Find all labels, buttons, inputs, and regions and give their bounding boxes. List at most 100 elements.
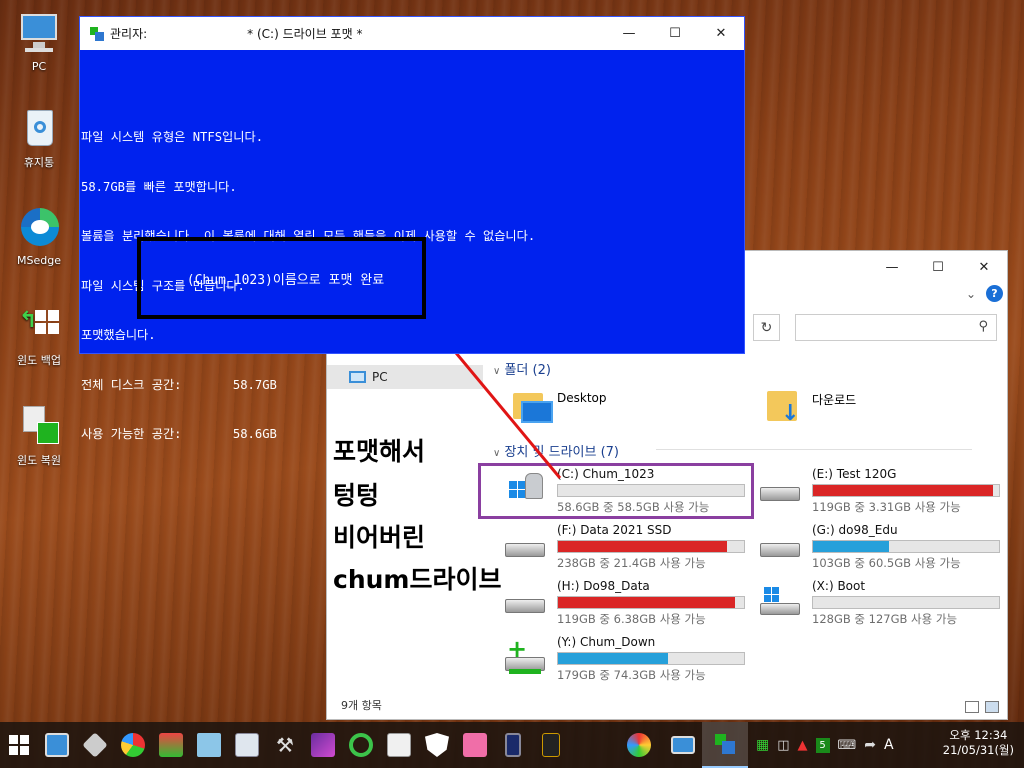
taskbar-app-tools[interactable] [76, 722, 114, 768]
media-icon [311, 733, 335, 757]
drive-label: (X:) Boot [812, 579, 866, 593]
tray-alert-icon[interactable]: ▲ [798, 738, 808, 753]
tiles-view-icon[interactable] [985, 701, 999, 713]
console-line: 파일 시스템 유형은 NTFS입니다. [81, 130, 264, 144]
details-view-icon[interactable] [965, 701, 979, 713]
minimize-button[interactable]: — [606, 17, 652, 50]
desktop-icon-msedge[interactable]: MSedge [4, 206, 74, 267]
taskbar-app-monitor[interactable] [38, 722, 76, 768]
restore-icon [17, 404, 61, 448]
taskbar-app-network[interactable] [380, 722, 418, 768]
console-title: * (C:) 드라이브 포맷 * [247, 27, 363, 41]
start-button[interactable] [0, 722, 38, 768]
taskbar-app-partition[interactable] [114, 722, 152, 768]
taskbar-app-security[interactable] [418, 722, 456, 768]
hard-drive-icon [760, 537, 804, 563]
tray-network-icon[interactable]: ◫ [777, 738, 789, 753]
taskbar-app-backup[interactable] [152, 722, 190, 768]
drive-label: (E:) Test 120G [812, 467, 897, 481]
drive-usage-bar [557, 540, 745, 553]
drive-usage-bar [557, 596, 745, 609]
desktop-icon-restore[interactable]: 윈도 복원 [4, 404, 74, 468]
paint-palette-icon [627, 733, 651, 757]
clock-date: 21/05/31(월) [942, 743, 1014, 757]
drive-space-info: 179GB 중 74.3GB 사용 가능 [557, 668, 706, 682]
laptop-icon [671, 736, 695, 754]
desktop-icon-pc[interactable]: PC [4, 12, 74, 73]
desktop-icon-label: MSedge [17, 254, 61, 267]
ime-indicator[interactable]: A [884, 737, 894, 753]
disk-tool-icon [82, 732, 108, 758]
backup-tool-icon [159, 733, 183, 757]
backup-icon: ↰ [17, 304, 61, 348]
annotation-text: (Chum_1023)이름으로 포맷 완료 [186, 272, 385, 288]
console-line: 포맷했습니다. [81, 328, 156, 342]
drive-usage-bar [557, 652, 745, 665]
folder-download-label[interactable]: 다운로드 [812, 391, 856, 408]
overlay-note-line: chum드라이브 [333, 565, 502, 594]
sync-icon [349, 733, 373, 757]
drive-space-info: 119GB 중 6.38GB 사용 가능 [557, 612, 706, 626]
search-input[interactable]: ⚲ [795, 314, 997, 341]
file-tool-icon [197, 733, 221, 757]
desktop-icon-label: PC [31, 60, 47, 73]
taskbar-app-sd[interactable] [532, 722, 570, 768]
taskbar-app-paint[interactable] [620, 722, 658, 768]
help-icon[interactable]: ? [986, 285, 1003, 302]
drive-space-info: 119GB 중 3.31GB 사용 가능 [812, 500, 961, 514]
drive-e[interactable]: (E:) Test 120G 119GB 중 3.31GB 사용 가능 [760, 467, 1000, 515]
minimize-button[interactable]: — [869, 251, 915, 284]
overlay-note-line: 비어버린 [333, 523, 426, 552]
hard-drive-icon [505, 593, 549, 619]
system-tray: ▦ ◫ ▲ 5 ⌨ ➦ A [756, 737, 894, 753]
taskbar: ⚒ ▦ ◫ ▲ 5 ⌨ ➦ A [0, 722, 1024, 768]
tray-grid-icon[interactable]: ▦ [756, 737, 769, 753]
taskbar-app-settings[interactable]: ⚒ [266, 722, 304, 768]
taskbar-app-tablet[interactable] [494, 722, 532, 768]
tray-counter-badge[interactable]: 5 [815, 737, 830, 753]
network-icon [387, 733, 411, 757]
drive-x[interactable]: (X:) Boot 128GB 중 127GB 사용 가능 [760, 579, 1000, 627]
taskbar-app-media[interactable] [304, 722, 342, 768]
close-button[interactable]: ✕ [698, 17, 744, 50]
status-bar-item-count: 9개 항목 [341, 699, 382, 712]
taskbar-app-console-active[interactable] [702, 722, 748, 768]
desktop-icon-label: 윈도 복원 [17, 454, 61, 467]
partition-icon [121, 733, 145, 757]
drive-f[interactable]: (F:) Data 2021 SSD 238GB 중 21.4GB 사용 가능 [505, 523, 745, 571]
chevron-down-icon[interactable]: ⌄ [966, 287, 976, 301]
drive-y[interactable]: + (Y:) Chum_Down 179GB 중 74.3GB 사용 가능 [505, 635, 745, 683]
format-complete-annotation: (Chum_1023)이름으로 포맷 완료 [137, 237, 426, 319]
tray-share-icon[interactable]: ➦ [864, 737, 876, 753]
close-button[interactable]: ✕ [961, 251, 1007, 284]
shield-icon [425, 733, 449, 757]
maximize-button[interactable]: ☐ [915, 251, 961, 284]
desktop-icon-backup[interactable]: ↰ 윈도 백업 [4, 304, 74, 368]
tablet-icon [505, 733, 521, 757]
taskbar-app-files[interactable] [190, 722, 228, 768]
maximize-button[interactable]: ☐ [652, 17, 698, 50]
drive-h[interactable]: (H:) Do98_Data 119GB 중 6.38GB 사용 가능 [505, 579, 745, 627]
windows-drive-icon [760, 587, 804, 619]
hard-drive-icon [505, 537, 549, 563]
taskbar-clock[interactable]: 오후 12:34 21/05/31(월) [943, 728, 1014, 758]
taskbar-app-explorer[interactable] [664, 722, 702, 768]
wrench-icon: ⚒ [276, 733, 294, 757]
recycle-bin-icon [17, 106, 61, 150]
refresh-button[interactable]: ↻ [753, 314, 780, 341]
desktop-icon-recycle-bin[interactable]: 휴지통 [4, 106, 74, 170]
tray-keyboard-icon[interactable]: ⌨ [838, 738, 857, 753]
search-icon: ⚲ [978, 319, 988, 334]
windows-logo-icon [9, 735, 29, 755]
console-app-icon [715, 734, 735, 754]
desktop-icon-label: 윈도 백업 [17, 354, 61, 367]
drive-label: (F:) Data 2021 SSD [557, 523, 672, 537]
taskbar-app-sync[interactable] [342, 722, 380, 768]
ribbon-controls: ⌄ ? [966, 285, 1003, 302]
taskbar-app-pc[interactable] [228, 722, 266, 768]
drive-g[interactable]: (G:) do98_Edu 103GB 중 60.5GB 사용 가능 [760, 523, 1000, 571]
drive-space-info: 238GB 중 21.4GB 사용 가능 [557, 556, 706, 570]
drive-label: (Y:) Chum_Down [557, 635, 656, 649]
network-drive-icon: + [505, 637, 549, 675]
taskbar-app-store[interactable] [456, 722, 494, 768]
